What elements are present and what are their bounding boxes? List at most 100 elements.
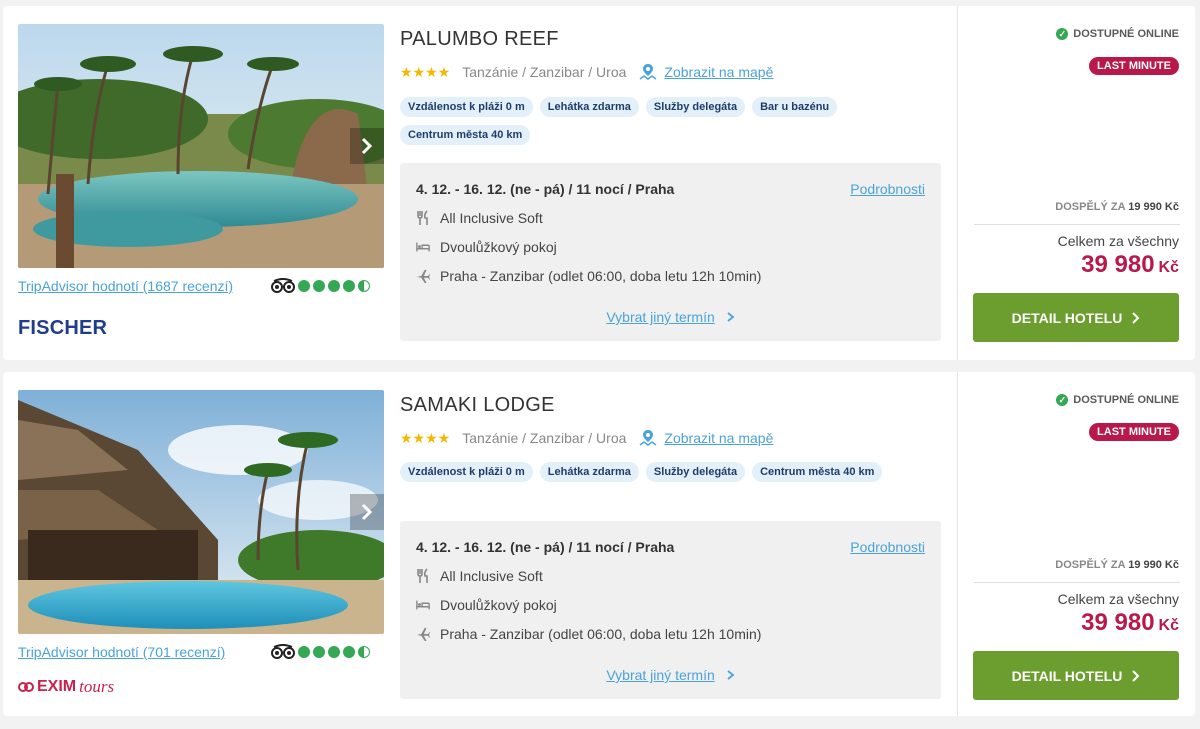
- operator-logo: EXIM tours: [18, 677, 114, 697]
- hotel-photo[interactable]: [18, 390, 384, 634]
- next-photo-button[interactable]: [350, 128, 384, 164]
- operator-subname: tours: [79, 677, 115, 696]
- last-minute-badge: LAST MINUTE: [1089, 57, 1179, 75]
- rating-bubble: [328, 646, 340, 658]
- flight-text: Praha - Zanzibar (odlet 06:00, doba letu…: [440, 268, 762, 284]
- online-availability: ✓ DOSTUPNÉ ONLINE: [1056, 394, 1179, 406]
- chevron-right-icon: [727, 312, 735, 322]
- flight-row: Praha - Zanzibar (odlet 06:00, doba letu…: [416, 626, 761, 642]
- tripadvisor-owl-icon: [271, 644, 295, 659]
- rating-bubble: [343, 280, 355, 292]
- rating-bubble: [343, 646, 355, 658]
- price-divider: [957, 372, 958, 716]
- show-on-map-link[interactable]: Zobrazit na mapě: [638, 62, 773, 82]
- chevron-right-icon: [727, 670, 735, 680]
- cutlery-icon: [417, 210, 428, 225]
- total-price: 39 980 Kč: [1081, 251, 1179, 279]
- term-box: 4. 12. - 16. 12. (ne - pá) / 11 nocí / P…: [400, 521, 941, 699]
- feature-tag: Centrum města 40 km: [400, 125, 531, 145]
- per-adult-price: 19 990 Kč: [1128, 559, 1179, 571]
- rating-bubble-half: [358, 646, 370, 658]
- rating-bubble: [298, 280, 310, 292]
- hotel-detail-button[interactable]: DETAIL HOTELU: [973, 651, 1179, 700]
- tripadvisor-rating: [271, 644, 370, 660]
- location-text: Tanzánie / Zanzibar / Uroa: [462, 430, 627, 446]
- term-dates: 4. 12. - 16. 12. (ne - pá) / 11 nocí / P…: [416, 181, 675, 197]
- hotel-detail-button[interactable]: DETAIL HOTELU: [973, 293, 1179, 342]
- location-row: ★★★★ Tanzánie / Zanzibar / Uroa Zobrazit…: [400, 62, 773, 82]
- board-row: All Inclusive Soft: [416, 568, 543, 584]
- star-rating: ★★★★: [400, 429, 451, 446]
- plane-icon: [416, 627, 430, 641]
- currency: Kč: [1158, 259, 1179, 276]
- tripadvisor-owl-icon: [271, 278, 295, 293]
- show-on-map-link[interactable]: Zobrazit na mapě: [638, 428, 773, 448]
- bed-icon: [416, 600, 430, 610]
- price-separator: [974, 582, 1180, 583]
- room-text: Dvoulůžkový pokoj: [440, 597, 557, 613]
- hotel-card-palumbo-reef: TripAdvisor hodnotí (1687 recenzí) FISCH…: [3, 6, 1195, 360]
- total-price: 39 980 Kč: [1081, 609, 1179, 637]
- hotel-photo[interactable]: [18, 24, 384, 268]
- next-photo-button[interactable]: [350, 494, 384, 530]
- tripadvisor-reviews-link[interactable]: TripAdvisor hodnotí (701 recenzí): [18, 644, 225, 660]
- total-price-value: 39 980: [1081, 251, 1155, 278]
- per-adult-price: 19 990 Kč: [1128, 201, 1179, 213]
- location-text: Tanzánie / Zanzibar / Uroa: [462, 64, 627, 80]
- map-pin-icon: [639, 430, 657, 446]
- hotel-name[interactable]: PALUMBO REEF: [400, 28, 559, 51]
- show-on-map-label: Zobrazit na mapě: [664, 64, 774, 80]
- price-separator: [974, 224, 1180, 225]
- hotel-card-samaki-lodge: TripAdvisor hodnotí (701 recenzí) EXIM to…: [3, 372, 1195, 716]
- per-adult-label: DOSPĚLÝ ZA: [1055, 201, 1126, 213]
- choose-other-term-link[interactable]: Vybrat jiný termín: [400, 667, 941, 683]
- choose-other-term-link[interactable]: Vybrat jiný termín: [400, 309, 941, 325]
- board-row: All Inclusive Soft: [416, 210, 543, 226]
- last-minute-badge: LAST MINUTE: [1089, 423, 1179, 441]
- feature-tag: Služby delegáta: [645, 462, 746, 482]
- room-row: Dvoulůžkový pokoj: [416, 597, 557, 613]
- feature-tag: Bar u bazénu: [752, 97, 838, 117]
- feature-tag: Vzdálenost k pláži 0 m: [400, 97, 533, 117]
- exim-flower-icon: [18, 682, 34, 692]
- bed-icon: [416, 242, 430, 252]
- operator-name: EXIM: [37, 678, 77, 695]
- cutlery-icon: [417, 568, 428, 583]
- online-availability: ✓ DOSTUPNÉ ONLINE: [1056, 28, 1179, 40]
- details-link[interactable]: Podrobnosti: [850, 539, 925, 555]
- total-price-value: 39 980: [1081, 609, 1155, 636]
- location-row: ★★★★ Tanzánie / Zanzibar / Uroa Zobrazit…: [400, 428, 773, 448]
- map-pin-icon: [639, 64, 657, 80]
- tripadvisor-reviews-link[interactable]: TripAdvisor hodnotí (1687 recenzí): [18, 278, 233, 294]
- chevron-right-icon: [1132, 669, 1140, 682]
- chevron-right-icon: [361, 503, 373, 521]
- hotel-detail-label: DETAIL HOTELU: [1011, 667, 1123, 684]
- total-label: Celkem za všechny: [1057, 591, 1179, 607]
- feature-tag: Vzdálenost k pláži 0 m: [400, 462, 533, 482]
- board-text: All Inclusive Soft: [440, 210, 543, 226]
- board-text: All Inclusive Soft: [440, 568, 543, 584]
- room-text: Dvoulůžkový pokoj: [440, 239, 557, 255]
- feature-tag: Centrum města 40 km: [752, 462, 883, 482]
- currency: Kč: [1158, 617, 1179, 634]
- flight-text: Praha - Zanzibar (odlet 06:00, doba letu…: [440, 626, 762, 642]
- total-label: Celkem za všechny: [1057, 233, 1179, 249]
- price-divider: [957, 6, 958, 360]
- online-label: DOSTUPNÉ ONLINE: [1073, 28, 1179, 40]
- operator-logo: FISCHER: [18, 317, 108, 339]
- price-per-adult: DOSPĚLÝ ZA 19 990 Kč: [1055, 201, 1179, 213]
- rating-bubble: [298, 646, 310, 658]
- per-adult-label: DOSPĚLÝ ZA: [1055, 559, 1126, 571]
- rating-bubble-half: [358, 280, 370, 292]
- feature-tag: Služby delegáta: [645, 97, 746, 117]
- choose-other-term-label: Vybrat jiný termín: [606, 667, 715, 683]
- details-link[interactable]: Podrobnosti: [850, 181, 925, 197]
- feature-tags: Vzdálenost k pláži 0 m Lehátka zdarma Sl…: [400, 462, 920, 482]
- check-circle-icon: ✓: [1056, 28, 1069, 40]
- chevron-right-icon: [1132, 311, 1140, 324]
- hotel-detail-label: DETAIL HOTELU: [1011, 309, 1123, 326]
- feature-tag: Lehátka zdarma: [539, 462, 639, 482]
- check-circle-icon: ✓: [1056, 394, 1069, 406]
- price-per-adult: DOSPĚLÝ ZA 19 990 Kč: [1055, 559, 1179, 571]
- hotel-name[interactable]: SAMAKI LODGE: [400, 394, 555, 417]
